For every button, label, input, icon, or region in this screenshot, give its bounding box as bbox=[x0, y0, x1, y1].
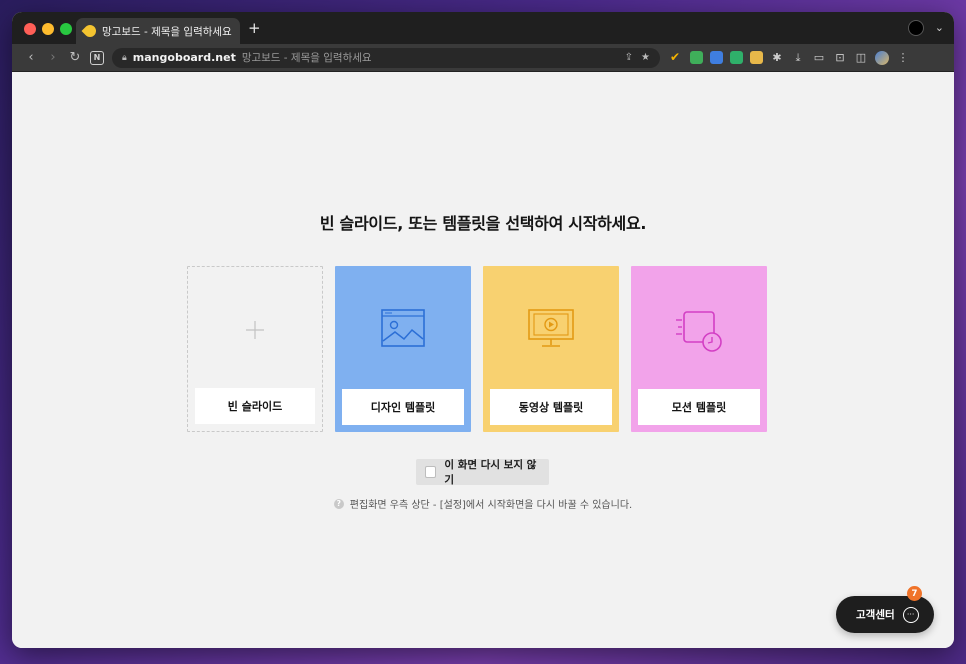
download-icon[interactable]: ⤓ bbox=[791, 51, 805, 65]
video-monitor-icon bbox=[528, 309, 574, 347]
mango-favicon-icon bbox=[81, 22, 99, 40]
notification-badge: 7 bbox=[907, 586, 922, 601]
settings-hint: ? 편집화면 우측 상단 - [설정]에서 시작화면을 다시 바꿀 수 있습니다… bbox=[12, 496, 954, 511]
plus-icon bbox=[246, 321, 264, 339]
url-page-title: 망고보드 - 제목을 입력하세요 bbox=[241, 52, 372, 64]
lock-icon[interactable]: 🔒︎ bbox=[122, 53, 127, 63]
settings-hint-text: 편집화면 우측 상단 - [설정]에서 시작화면을 다시 바꿀 수 있습니다. bbox=[349, 500, 633, 511]
notion-extension-icon[interactable]: N bbox=[90, 50, 104, 65]
blank-slide-card[interactable]: 빈 슬라이드 bbox=[187, 266, 323, 432]
motion-template-card[interactable]: 모션 템플릿 bbox=[631, 266, 767, 432]
back-button[interactable]: ‹ bbox=[20, 50, 42, 65]
shield-extension-icon[interactable] bbox=[690, 51, 703, 64]
share-icon[interactable]: ⇪ bbox=[625, 52, 633, 63]
dont-show-again-checkbox[interactable] bbox=[425, 466, 437, 478]
chat-bubble-icon: ··· bbox=[902, 606, 919, 623]
screenshot-icon[interactable]: ⊡ bbox=[833, 51, 847, 64]
user-profile-icon[interactable] bbox=[875, 50, 889, 65]
start-screen: 빈 슬라이드, 또는 템플릿을 선택하여 시작하세요. 빈 슬라이드 디자인 템… bbox=[12, 72, 954, 648]
close-window-button[interactable] bbox=[24, 23, 36, 35]
reload-button[interactable]: ↻ bbox=[64, 50, 86, 65]
forward-button[interactable]: › bbox=[42, 50, 64, 65]
document-extension-icon[interactable] bbox=[730, 51, 743, 64]
download-extension-icon[interactable] bbox=[750, 51, 763, 64]
puzzle-extensions-icon[interactable]: ✱ bbox=[770, 51, 784, 64]
motion-clock-icon bbox=[676, 311, 722, 352]
customer-center-button[interactable]: 고객센터 ··· bbox=[836, 596, 934, 633]
dont-show-again-label: 이 화면 다시 보지 않기 bbox=[444, 459, 537, 486]
checkmark-extension-icon[interactable]: ✔ bbox=[670, 51, 683, 64]
tab-strip: 망고보드 - 제목을 입력하세요 + ⌄ bbox=[12, 12, 954, 44]
browser-window: 망고보드 - 제목을 입력하세요 + ⌄ ‹ › ↻ N 🔒︎ mangoboa… bbox=[12, 12, 954, 648]
extensions-row: ✔ ✱ ⤓ ▭ ⊡ ◫ ⋮ bbox=[670, 50, 910, 65]
page-title: 빈 슬라이드, 또는 템플릿을 선택하여 시작하세요. bbox=[319, 214, 647, 233]
browser-toolbar: ‹ › ↻ N 🔒︎ mangoboard.net 망고보드 - 제목을 입력하… bbox=[12, 44, 954, 72]
new-tab-button[interactable]: + bbox=[248, 21, 261, 36]
minimize-window-button[interactable] bbox=[42, 23, 54, 35]
tab-search-chevron-down-icon[interactable]: ⌄ bbox=[935, 21, 944, 34]
image-frame-icon bbox=[381, 309, 425, 347]
motion-template-label: 모션 템플릿 bbox=[638, 389, 760, 425]
profile-avatar-icon[interactable] bbox=[908, 20, 924, 36]
design-template-label: 디자인 템플릿 bbox=[342, 389, 464, 425]
side-panel-icon[interactable]: ◫ bbox=[854, 51, 868, 64]
bookmark-star-icon[interactable]: ★ bbox=[641, 52, 650, 63]
translate-extension-icon[interactable] bbox=[710, 51, 723, 64]
video-template-card[interactable]: 동영상 템플릿 bbox=[483, 266, 619, 432]
customer-center-label: 고객센터 bbox=[856, 609, 895, 621]
blank-slide-label: 빈 슬라이드 bbox=[195, 388, 315, 424]
question-mark-icon: ? bbox=[333, 498, 344, 509]
design-template-card[interactable]: 디자인 템플릿 bbox=[335, 266, 471, 432]
more-menu-icon[interactable]: ⋮ bbox=[896, 51, 910, 64]
cast-icon[interactable]: ▭ bbox=[812, 51, 826, 64]
url-host: mangoboard.net bbox=[132, 51, 236, 64]
window-controls bbox=[24, 23, 72, 35]
maximize-window-button[interactable] bbox=[60, 23, 72, 35]
address-bar-actions: ⇪ ★ bbox=[625, 52, 650, 63]
address-bar[interactable]: 🔒︎ mangoboard.net 망고보드 - 제목을 입력하세요 ⇪ ★ bbox=[112, 47, 660, 68]
tab-title: 망고보드 - 제목을 입력하세요 bbox=[102, 25, 232, 38]
active-tab[interactable]: 망고보드 - 제목을 입력하세요 bbox=[76, 18, 240, 44]
dont-show-again-toggle[interactable]: 이 화면 다시 보지 않기 bbox=[416, 459, 549, 486]
video-template-label: 동영상 템플릿 bbox=[490, 389, 612, 425]
